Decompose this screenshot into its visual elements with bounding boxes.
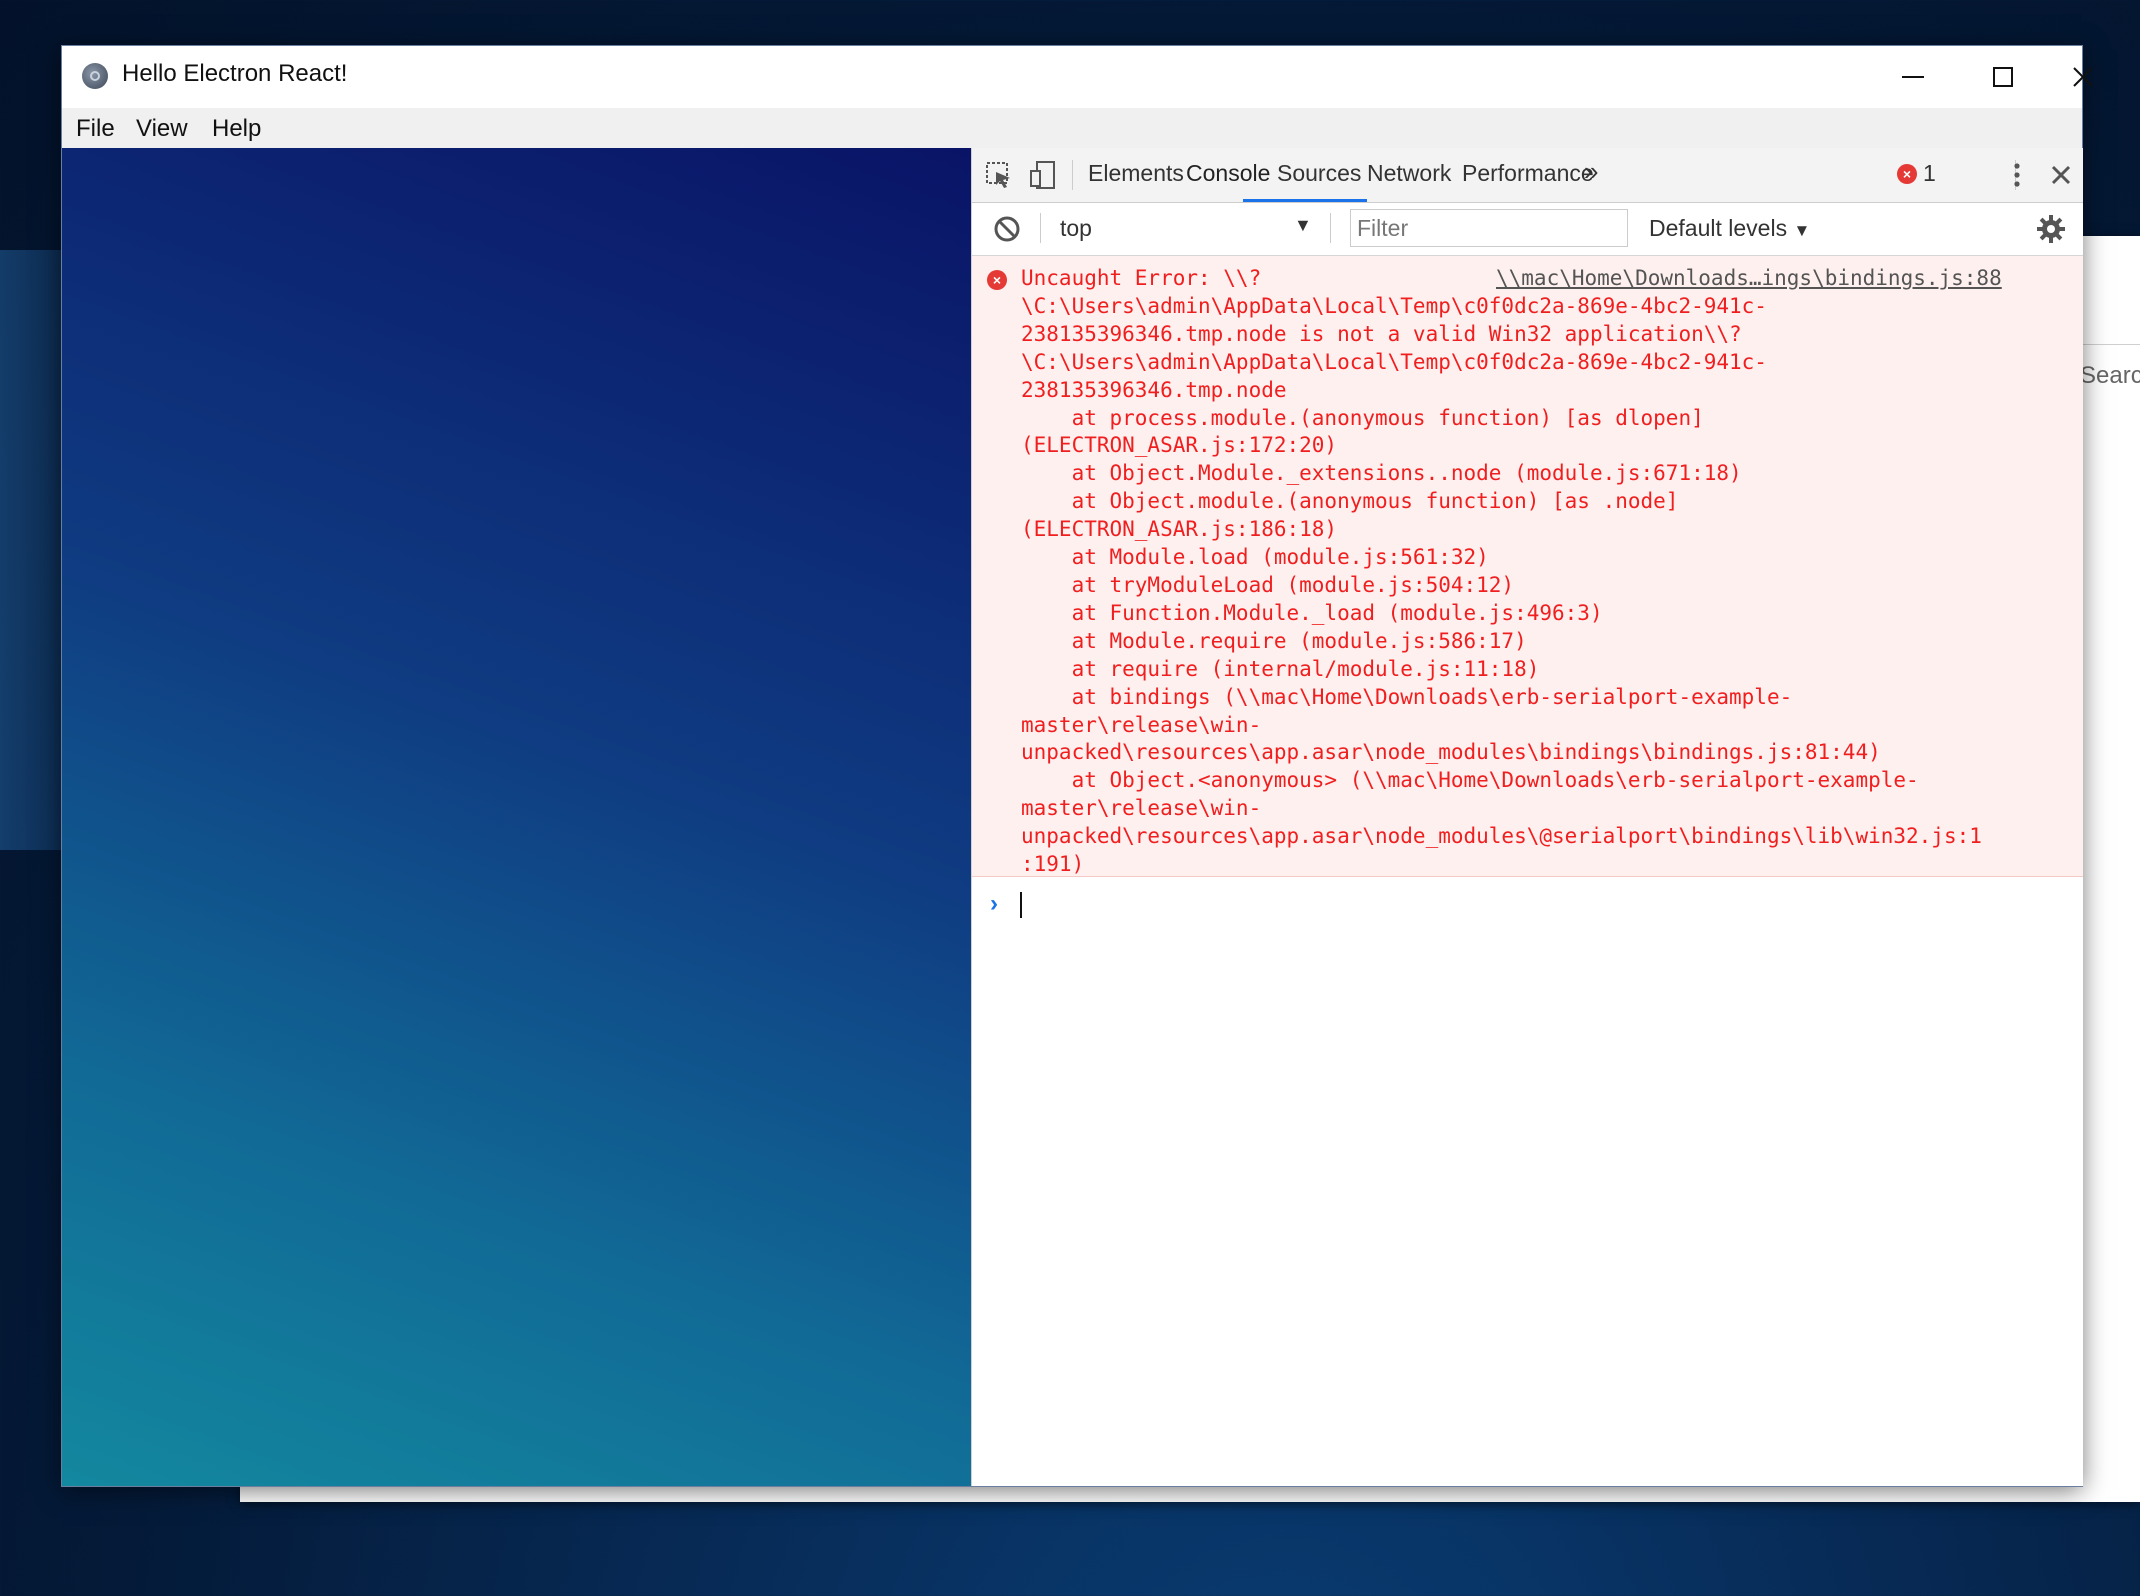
kebab-menu-icon (2014, 163, 2020, 187)
stack-trace-line: at Object.<anonymous> (\\mac\Home\Downlo… (1021, 768, 1919, 793)
stack-trace-line: at tryModuleLoad (module.js:504:12) (1021, 572, 1515, 597)
console-output: × Uncaught Error: \\? \C:\Users\admin\App… (972, 256, 2083, 1486)
device-toolbar-button[interactable] (1026, 158, 1060, 192)
electron-app-icon (82, 63, 108, 89)
context-dropdown-icon[interactable]: ▼ (1294, 215, 1312, 236)
stack-trace-line: at Module.load (module.js:561:32) (1021, 545, 1489, 570)
console-filter-bar: top ▼ Default levels ▼ (972, 203, 2083, 256)
minimize-icon (1902, 76, 1924, 78)
stack-trace-line: at Function.Module._load (module.js:496:… (1021, 600, 1603, 625)
devtools-toolbar: Elements Console Sources Network Perform… (972, 148, 2083, 203)
stack-trace-line: \C:\Users\admin\AppData\Local\Temp\c0f0d… (1021, 293, 1767, 318)
gear-icon (2037, 215, 2065, 243)
stack-trace-line: (ELECTRON_ASAR.js:172:20) (1021, 433, 1338, 458)
app-window: Hello Electron React! File View Help Ele… (62, 46, 2093, 1486)
maximize-button[interactable] (1958, 46, 2048, 108)
filter-divider (1330, 213, 1331, 243)
stack-trace-line: :191) (1021, 852, 1085, 877)
stack-trace-line: at bindings (\\mac\Home\Downloads\erb-se… (1021, 684, 1793, 709)
stack-trace-line: (ELECTRON_ASAR.js:186:18) (1021, 517, 1338, 542)
tab-elements[interactable]: Elements (1088, 160, 1184, 187)
menu-file[interactable]: File (76, 115, 115, 143)
clear-console-button[interactable] (990, 212, 1024, 246)
log-levels-dropdown[interactable]: Default levels ▼ (1649, 215, 1810, 242)
error-count-value: 1 (1923, 160, 1936, 186)
stack-trace-line: unpacked\resources\app.asar\node_modules… (1021, 824, 1982, 849)
menu-help[interactable]: Help (212, 115, 261, 143)
console-input-caret[interactable] (1020, 892, 1022, 918)
close-devtools-button[interactable] (2044, 158, 2078, 192)
stack-trace-line: at Module.require (module.js:586:17) (1021, 628, 1527, 653)
app-content-area (62, 148, 971, 1486)
error-counter[interactable]: × 1 (1897, 160, 1936, 187)
window-title: Hello Electron React! (122, 60, 348, 87)
stack-trace-line: 238135396346.tmp.node is not a valid Win… (1021, 321, 1742, 346)
stack-trace-line: master\release\win- (1021, 796, 1262, 821)
stack-trace-line: unpacked\resources\app.asar\node_modules… (1021, 740, 1881, 765)
context-selector[interactable]: top (1060, 215, 1092, 242)
tab-network[interactable]: Network (1367, 160, 1451, 187)
menu-view[interactable]: View (136, 115, 188, 143)
clear-console-icon (994, 216, 1020, 242)
toolbar-divider (1072, 160, 1073, 190)
log-levels-label: Default levels (1649, 215, 1788, 241)
maximize-icon (1993, 67, 2013, 87)
close-icon (2073, 67, 2093, 87)
stack-trace-line: \C:\Users\admin\AppData\Local\Temp\c0f0d… (1021, 349, 1767, 374)
stack-trace-line: at Object.module.(anonymous function) [a… (1021, 489, 1679, 514)
tab-console[interactable]: Console (1186, 160, 1270, 187)
background-search-divider (2078, 344, 2140, 345)
error-icon: × (1897, 163, 1917, 184)
stack-trace-line: 238135396346.tmp.node (1021, 377, 1287, 402)
error-icon: × (987, 270, 1007, 290)
stack-trace-line: at require (internal/module.js:11:18) (1021, 656, 1540, 681)
background-search-text: Search (2080, 362, 2140, 389)
title-bar[interactable]: Hello Electron React! (62, 46, 2093, 108)
error-source-link[interactable]: \\mac\Home\Downloads…ings\bindings.js:88 (1496, 265, 2002, 293)
tab-sources[interactable]: Sources (1277, 160, 1361, 187)
close-window-button[interactable] (2048, 46, 2118, 108)
console-error-message: × Uncaught Error: \\? \C:\Users\admin\App… (972, 256, 2083, 877)
stack-trace-line: at process.module.(anonymous function) [… (1021, 405, 1704, 430)
inspect-cursor-icon (986, 162, 1010, 188)
devtools-panel: Elements Console Sources Network Perform… (971, 148, 2083, 1486)
more-tabs-button[interactable]: » (1584, 156, 1598, 187)
minimize-button[interactable] (1868, 46, 1958, 108)
console-settings-button[interactable] (2034, 212, 2068, 246)
close-icon (2051, 165, 2071, 185)
tab-performance[interactable]: Performance (1462, 160, 1594, 187)
device-mode-icon (1030, 161, 1055, 189)
chevron-down-icon: ▼ (1793, 221, 1811, 240)
stack-trace-line: master\release\win- (1021, 712, 1262, 737)
menu-bar: File View Help (62, 108, 2082, 148)
customize-menu-button[interactable] (2000, 158, 2034, 192)
active-tab-indicator (1243, 199, 1367, 202)
inspect-element-button[interactable] (982, 158, 1016, 192)
error-stack-trace: Uncaught Error: \\? \C:\Users\admin\AppDa… (1021, 265, 2071, 879)
stack-trace-line: at Object.Module._extensions..node (modu… (1021, 461, 1742, 486)
filter-divider (1040, 213, 1041, 243)
console-prompt-icon: › (990, 890, 998, 917)
console-filter-input[interactable] (1350, 209, 1628, 247)
